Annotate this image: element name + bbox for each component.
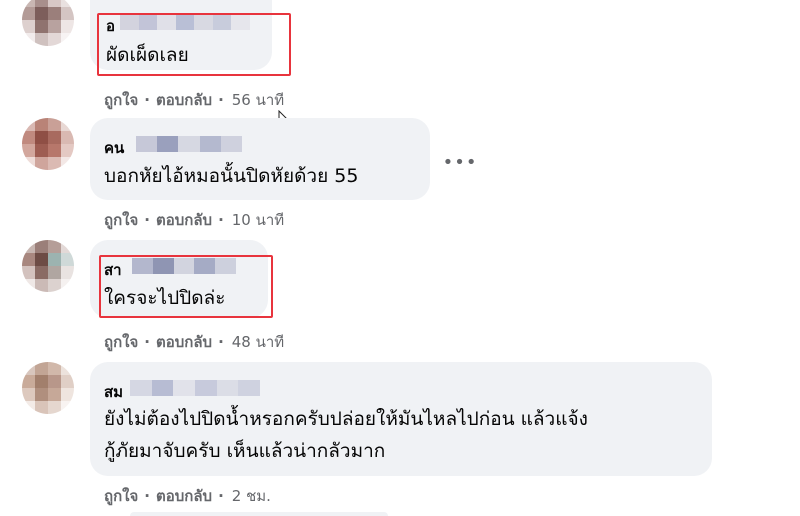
- avatar[interactable]: [22, 362, 74, 414]
- like-button[interactable]: ถูกใจ: [104, 208, 138, 232]
- redacted-name: [136, 136, 243, 152]
- comment-text: ยังไม่ต้องไปปิดน้ำหรอกครับปล่อยให้มันไหล…: [104, 408, 588, 430]
- avatar[interactable]: [22, 0, 74, 46]
- comment-author[interactable]: คน: [104, 136, 124, 160]
- timestamp[interactable]: 2 ชม.: [232, 484, 271, 508]
- like-button[interactable]: ถูกใจ: [104, 484, 138, 508]
- separator: ·: [218, 91, 224, 109]
- highlight-box: [97, 13, 291, 76]
- comment-actions: ถูกใจ · ตอบกลับ · 2 ชม.: [104, 484, 271, 508]
- comment-author[interactable]: สม: [104, 380, 123, 404]
- comment-actions: ถูกใจ · ตอบกลับ · 56 นาที: [104, 88, 284, 112]
- more-options-icon[interactable]: •••: [443, 145, 477, 179]
- highlight-box: [99, 255, 273, 318]
- timestamp[interactable]: 10 นาที: [232, 208, 284, 232]
- comment-actions: ถูกใจ · ตอบกลับ · 48 นาที: [104, 330, 284, 354]
- comment-actions: ถูกใจ · ตอบกลับ · 10 นาที: [104, 208, 284, 232]
- separator: ·: [144, 91, 150, 109]
- reply-button[interactable]: ตอบกลับ: [156, 330, 212, 354]
- like-button[interactable]: ถูกใจ: [104, 330, 138, 354]
- reply-button[interactable]: ตอบกลับ: [156, 208, 212, 232]
- separator: ·: [218, 333, 224, 351]
- avatar[interactable]: [22, 240, 74, 292]
- comment-text: บอกหัยไอ้หมอนั้นปิดหัยด้วย 55: [104, 165, 359, 187]
- separator: ·: [144, 487, 150, 505]
- timestamp[interactable]: 48 นาที: [232, 330, 284, 354]
- separator: ·: [218, 487, 224, 505]
- reply-button[interactable]: ตอบกลับ: [156, 484, 212, 508]
- avatar[interactable]: [22, 118, 74, 170]
- separator: ·: [144, 211, 150, 229]
- timestamp[interactable]: 56 นาที: [232, 88, 284, 112]
- comment-text: กู้ภัยมาจับครับ เห็นแล้วน่ากลัวมาก: [104, 440, 386, 462]
- reply-button[interactable]: ตอบกลับ: [156, 88, 212, 112]
- separator: ·: [218, 211, 224, 229]
- next-comment-edge: [130, 512, 388, 516]
- separator: ·: [144, 333, 150, 351]
- redacted-name: [130, 380, 261, 396]
- like-button[interactable]: ถูกใจ: [104, 88, 138, 112]
